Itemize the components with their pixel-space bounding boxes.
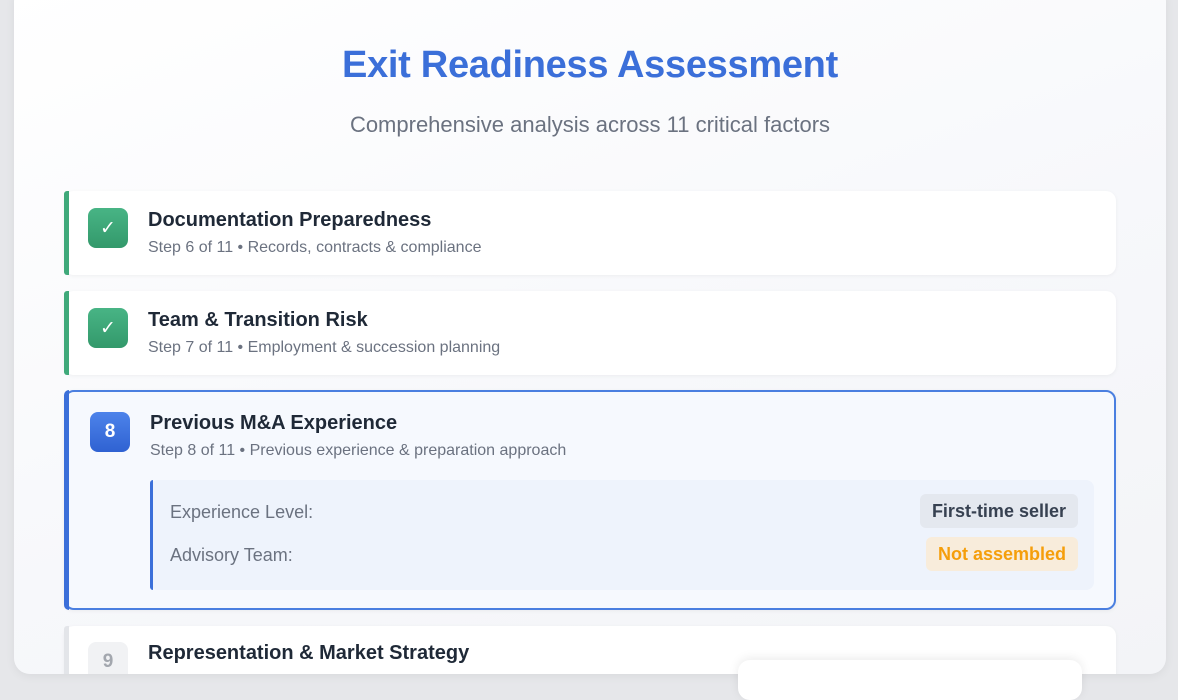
step-card-team-transition[interactable]: ✓ Team & Transition Risk Step 7 of 11 • … xyxy=(64,291,1116,375)
advisory-team-label: Advisory Team: xyxy=(170,545,293,565)
assessment-panel: Exit Readiness Assessment Comprehensive … xyxy=(14,0,1166,674)
step-status-bar xyxy=(64,191,69,275)
step-title: Documentation Preparedness xyxy=(148,209,432,231)
step-card-previous-ma[interactable]: 8 Previous M&A Experience Step 8 of 11 •… xyxy=(64,390,1116,610)
step-status-bar xyxy=(64,390,69,610)
experience-level-label: Experience Level: xyxy=(170,502,314,522)
step-subtitle: Step 7 of 11 • Employment & succession p… xyxy=(148,339,501,356)
step-details-panel: Experience Level: First-time seller Advi… xyxy=(150,480,1094,590)
step-subtitle: Step 8 of 11 • Previous experience & pre… xyxy=(150,442,567,459)
page-title: Exit Readiness Assessment xyxy=(342,44,838,86)
step-number-badge: 8 xyxy=(90,412,130,452)
step-number-badge: 9 xyxy=(88,642,128,674)
step-title: Previous M&A Experience xyxy=(150,412,398,434)
details-accent-bar xyxy=(150,480,153,590)
page-subtitle: Comprehensive analysis across 11 critica… xyxy=(349,112,831,137)
step-card-documentation[interactable]: ✓ Documentation Preparedness Step 6 of 1… xyxy=(64,191,1116,275)
step-status-bar xyxy=(64,291,69,375)
check-icon: ✓ xyxy=(88,308,128,348)
step-title: Representation & Market Strategy xyxy=(148,642,470,664)
floating-panel xyxy=(738,660,1082,700)
step-title: Team & Transition Risk xyxy=(148,309,368,331)
step-subtitle: Step 6 of 11 • Records, contracts & comp… xyxy=(148,239,482,256)
advisory-team-value: Not assembled xyxy=(925,537,1078,571)
step-status-bar xyxy=(64,626,69,674)
check-icon: ✓ xyxy=(88,208,128,248)
experience-level-value: First-time seller xyxy=(919,494,1078,528)
